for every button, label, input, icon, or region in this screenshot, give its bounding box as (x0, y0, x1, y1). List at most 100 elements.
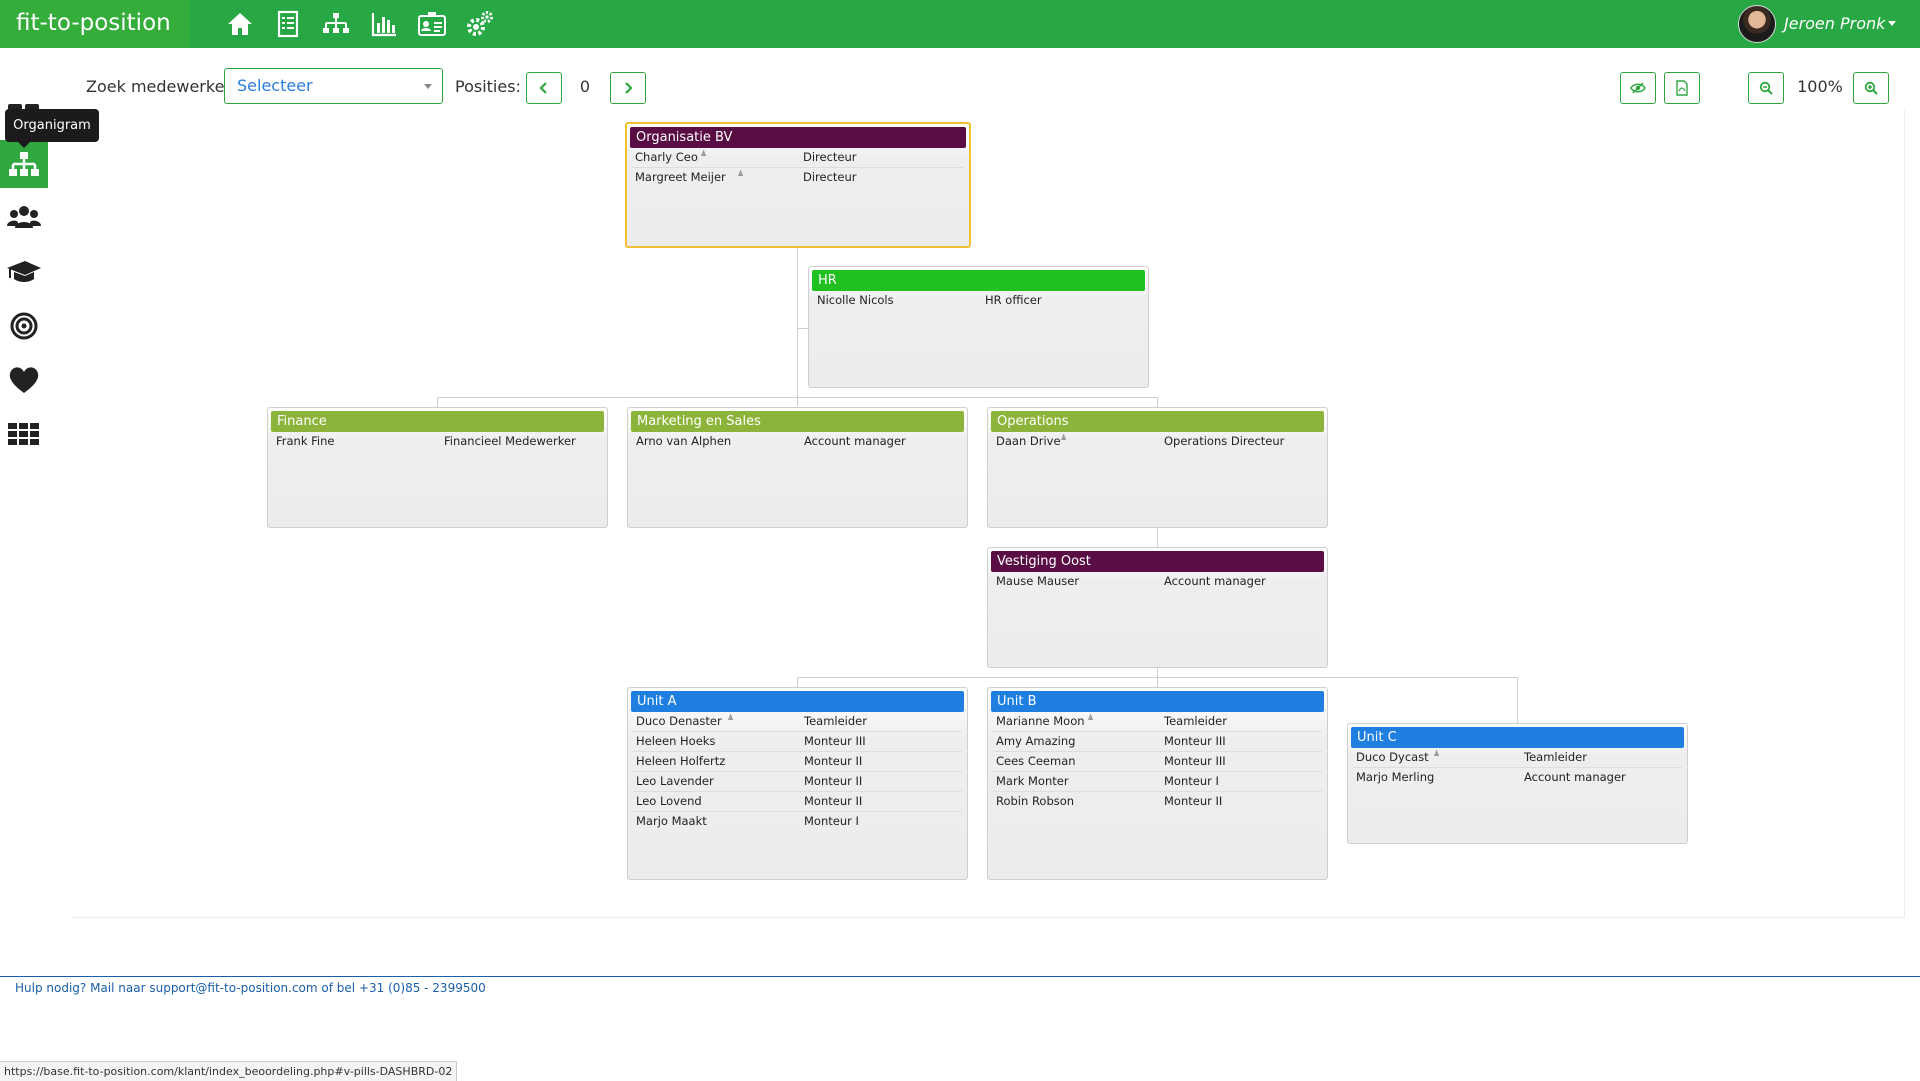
connector-line (797, 328, 808, 329)
person-icon: ♟ (700, 149, 708, 158)
brand-logo[interactable]: fit-to-position (0, 0, 190, 48)
employee-position: Teamleider (1164, 714, 1227, 728)
sidebar-item-goals[interactable] (0, 302, 48, 350)
employee-name: Leo Lovend (636, 794, 702, 808)
checklist-icon[interactable] (273, 9, 303, 39)
employee-row[interactable]: Amy Amazing Monteur III (993, 732, 1322, 752)
home-icon[interactable] (225, 9, 255, 39)
employee-row[interactable]: Duco Denaster ♟ Teamleider (633, 712, 962, 732)
employee-row[interactable]: Leo Lavender Monteur II (633, 772, 962, 792)
employee-position: Account manager (1524, 770, 1626, 784)
employee-select-value: Selecteer (237, 76, 313, 95)
graduation-cap-icon (7, 261, 41, 282)
positions-count: 0 (579, 77, 591, 96)
employee-row[interactable]: Cees Ceeman Monteur III (993, 752, 1322, 772)
org-node-vestiging-oost[interactable]: Vestiging Oost Mause Mauser Account manag… (987, 547, 1328, 668)
user-menu[interactable]: Jeroen Pronk (1738, 5, 1898, 43)
chevron-right-icon (625, 82, 633, 94)
org-node-hr[interactable]: HR Nicolle Nicols HR officer (808, 266, 1149, 388)
employee-name: Mause Mauser (996, 574, 1080, 588)
top-navbar: fit-to-position Jeroen Pronk (0, 0, 1920, 48)
org-node-operations[interactable]: Operations Daan Drive ♟ Operations Directe… (987, 407, 1328, 528)
bar-chart-icon[interactable] (369, 9, 399, 39)
employee-row[interactable]: Mark Monter Monteur I (993, 772, 1322, 792)
zoom-level: 100% (1797, 77, 1843, 96)
employee-name: Marianne Moon (996, 714, 1085, 728)
employee-row[interactable]: Marjo Merling Account manager (1353, 768, 1682, 787)
zoom-out-icon (1759, 81, 1773, 95)
employee-name: Daan Drive (996, 434, 1061, 448)
employee-row[interactable]: Charly Ceo ♟ Directeur (632, 148, 964, 168)
chevron-down-icon[interactable] (1888, 21, 1896, 26)
employee-row[interactable]: Margreet Meijer ♟ Directeur (632, 168, 964, 187)
employee-position: Monteur II (804, 754, 863, 768)
pdf-file-icon (1676, 80, 1688, 96)
org-node-unit-c[interactable]: Unit C Duco Dycast ♟ Teamleider Marjo Merl… (1347, 723, 1688, 844)
employee-name: Marjo Merling (1356, 770, 1435, 784)
employee-name: Amy Amazing (996, 734, 1076, 748)
employee-select[interactable]: Selecteer (224, 68, 443, 104)
status-url: https://base.fit-to-position.com/klant/i… (0, 1061, 458, 1081)
org-node-finance[interactable]: Finance Frank Fine Financieel Medewerker (267, 407, 608, 528)
zoom-out-button[interactable] (1748, 72, 1784, 104)
org-node-unit-a[interactable]: Unit A Duco Denaster ♟ Teamleider Heleen H… (627, 687, 968, 880)
sidebar-item-engagement[interactable] (0, 356, 48, 404)
employee-position: Monteur II (1164, 794, 1223, 808)
employee-row[interactable]: Nicolle Nicols HR officer (814, 291, 1143, 310)
positions-label: Posities: (455, 77, 521, 96)
user-name[interactable]: Jeroen Pronk (1784, 5, 1885, 43)
node-title: Finance (271, 411, 604, 432)
org-node-marketing[interactable]: Marketing en Sales Arno van Alphen Accoun… (627, 407, 968, 528)
employee-row[interactable]: Leo Lovend Monteur II (633, 792, 962, 812)
org-chart-icon[interactable] (321, 9, 351, 39)
employee-row[interactable]: Arno van Alphen Account manager (633, 432, 962, 451)
person-icon: ♟ (737, 169, 745, 178)
employee-name: Duco Dycast (1356, 750, 1429, 764)
employee-row[interactable]: Robin Robson Monteur II (993, 792, 1322, 811)
employee-row[interactable]: Frank Fine Financieel Medewerker (273, 432, 602, 451)
employee-position: Monteur I (1164, 774, 1219, 788)
avatar[interactable] (1738, 5, 1776, 43)
sidebar-item-apps[interactable] (0, 410, 48, 458)
employee-position: Teamleider (1524, 750, 1587, 764)
employee-name: Nicolle Nicols (817, 293, 894, 307)
id-card-icon[interactable] (417, 9, 447, 39)
employee-row[interactable]: Marianne Moon ♟ Teamleider (993, 712, 1322, 732)
org-node-root[interactable]: Organisatie BV Charly Ceo ♟ Directeur Marg… (625, 122, 971, 248)
employee-name: Robin Robson (996, 794, 1075, 808)
person-icon: ♟ (1087, 713, 1095, 722)
gears-icon[interactable] (465, 9, 495, 39)
zoom-in-icon (1864, 81, 1878, 95)
sidebar-item-training[interactable] (0, 248, 48, 296)
connector-line (1517, 677, 1518, 724)
person-icon: ♟ (727, 713, 735, 722)
sidebar-item-users[interactable] (0, 194, 48, 242)
employee-name: Frank Fine (276, 434, 335, 448)
next-position-button[interactable] (610, 72, 646, 104)
zoom-in-button[interactable] (1853, 72, 1889, 104)
export-pdf-button[interactable] (1664, 72, 1700, 104)
employee-row[interactable]: Heleen Holfertz Monteur II (633, 752, 962, 772)
connector-line (797, 247, 798, 406)
employee-position: Account manager (1164, 574, 1266, 588)
employee-position: Monteur III (1164, 734, 1226, 748)
employee-position: Directeur (803, 170, 857, 184)
person-icon: ♟ (1060, 433, 1068, 442)
target-icon (10, 312, 38, 340)
chevron-left-icon (539, 82, 547, 94)
employee-position: Monteur I (804, 814, 859, 828)
org-chart-icon (9, 152, 39, 176)
employee-row[interactable]: Heleen Hoeks Monteur III (633, 732, 962, 752)
connector-line (437, 397, 1158, 398)
previous-position-button[interactable] (526, 72, 562, 104)
node-title: Unit C (1351, 727, 1684, 748)
org-node-unit-b[interactable]: Unit B Marianne Moon ♟ Teamleider Amy Amaz… (987, 687, 1328, 880)
employee-row[interactable]: Daan Drive ♟ Operations Directeur (993, 432, 1322, 451)
employee-position: HR officer (985, 293, 1042, 307)
employee-row[interactable]: Duco Dycast ♟ Teamleider (1353, 748, 1682, 768)
employee-position: Monteur II (804, 794, 863, 808)
toggle-visibility-button[interactable] (1620, 72, 1656, 104)
employee-row[interactable]: Marjo Maakt Monteur I (633, 812, 962, 831)
employee-row[interactable]: Mause Mauser Account manager (993, 572, 1322, 591)
employee-name: Heleen Hoeks (636, 734, 716, 748)
